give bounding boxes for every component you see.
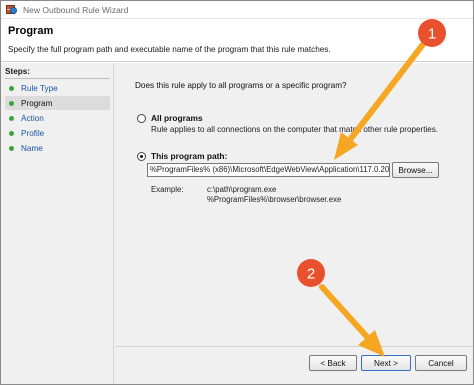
step-label: Profile <box>21 128 45 138</box>
example-line: c:\path\program.exe <box>207 185 277 194</box>
step-rule-type[interactable]: Rule Type <box>5 81 110 95</box>
page-title: Program <box>8 25 54 37</box>
steps-panel: Steps: Rule Type Program Action Profile … <box>1 63 114 384</box>
this-program-option[interactable]: This program path: <box>137 151 227 161</box>
back-button[interactable]: < Back <box>309 355 357 371</box>
step-name[interactable]: Name <box>5 141 110 155</box>
wizard-body: Steps: Rule Type Program Action Profile … <box>1 63 473 384</box>
example-label: Example: <box>151 185 184 194</box>
all-programs-radio[interactable] <box>137 113 146 123</box>
cancel-button[interactable]: Cancel <box>415 355 467 371</box>
step-status-icon <box>9 145 14 151</box>
step-label: Name <box>21 143 43 153</box>
this-program-radio[interactable] <box>137 151 146 161</box>
wizard-window: New Outbound Rule Wizard Program Specify… <box>0 0 474 385</box>
step-status-icon <box>9 100 14 106</box>
step-program[interactable]: Program <box>5 96 110 110</box>
all-programs-label: All programs <box>151 113 203 123</box>
content-panel: Does this rule apply to all programs or … <box>115 63 473 384</box>
step-status-icon <box>9 85 14 91</box>
all-programs-description: Rule applies to all connections on the c… <box>151 125 439 134</box>
firewall-icon <box>6 4 17 15</box>
step-label: Action <box>21 113 44 123</box>
step-action[interactable]: Action <box>5 111 110 125</box>
step-profile[interactable]: Profile <box>5 126 110 140</box>
title-bar: New Outbound Rule Wizard <box>1 1 473 19</box>
step-status-icon <box>9 130 14 136</box>
footer-divider <box>115 346 473 347</box>
step-label: Program <box>21 98 53 108</box>
example-values: c:\path\program.exe %ProgramFiles%\brows… <box>207 185 341 205</box>
step-label: Rule Type <box>21 83 58 93</box>
steps-title: Steps: <box>5 67 110 79</box>
browse-button[interactable]: Browse... <box>392 162 439 178</box>
example-line: %ProgramFiles%\browser\browser.exe <box>207 195 342 204</box>
this-program-label: This program path: <box>151 151 228 161</box>
wizard-header: Program Specify the full program path an… <box>1 20 473 62</box>
next-button[interactable]: Next > <box>361 355 411 371</box>
window-title: New Outbound Rule Wizard <box>23 4 129 15</box>
step-status-icon <box>9 115 14 121</box>
question-text: Does this rule apply to all programs or … <box>135 81 347 90</box>
page-subtitle: Specify the full program path and execut… <box>8 45 331 54</box>
program-path-input[interactable]: %ProgramFiles% (x86)\Microsoft\EdgeWebVi… <box>147 163 390 177</box>
all-programs-option[interactable]: All programs <box>137 113 203 123</box>
